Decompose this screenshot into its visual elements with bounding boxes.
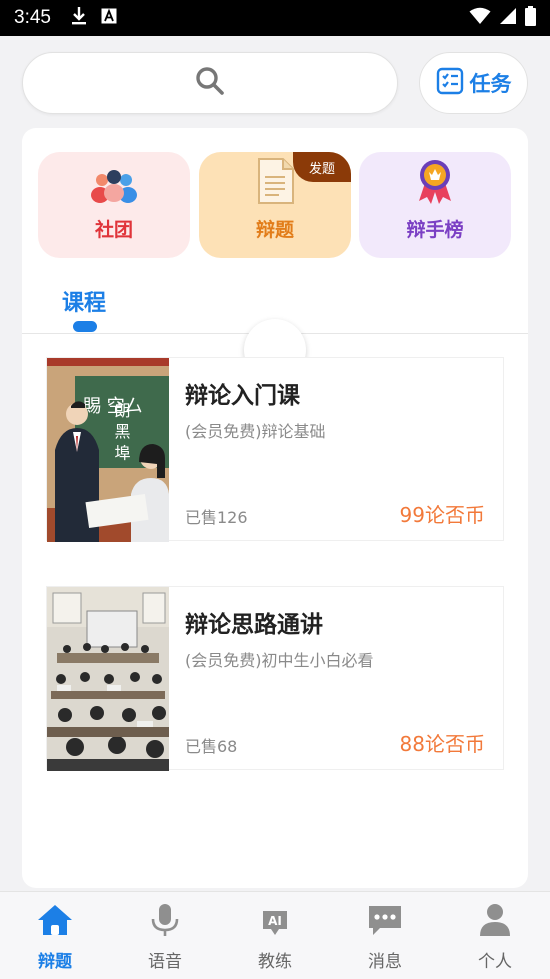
main-card: 社团 发题 辩题 辩手榜 课程 賜 空厶 朗 黑 埠 辩论入门课 (会员免费)辩… — [22, 128, 528, 888]
nav-voice[interactable]: 语音 — [110, 892, 220, 979]
nav-label: 个人 — [478, 952, 512, 972]
download-icon — [71, 6, 87, 30]
bottom-nav: 辩题 语音 AI 教练 消息 个人 — [0, 891, 550, 979]
document-icon — [255, 157, 295, 209]
post-topic-badge[interactable]: 发题 — [293, 152, 351, 182]
chat-bubble-icon — [366, 903, 404, 941]
nav-messages[interactable]: 消息 — [330, 892, 440, 979]
nav-label: 辩题 — [38, 952, 72, 972]
club-people-icon — [90, 169, 138, 209]
task-button[interactable]: 任务 — [419, 52, 528, 114]
course-description: (会员免费)辩论基础 — [185, 422, 326, 441]
course-sold-count: 已售126 — [185, 508, 248, 527]
club-tile[interactable]: 社团 — [38, 152, 190, 258]
home-icon — [36, 903, 74, 941]
battery-icon — [525, 6, 536, 30]
search-input[interactable] — [22, 52, 398, 114]
club-tile-label: 社团 — [94, 219, 133, 241]
status-bar: 3:45 — [0, 0, 550, 36]
task-button-label: 任务 — [469, 72, 512, 96]
course-title: 辩论入门课 — [185, 383, 300, 409]
nav-coach[interactable]: AI 教练 — [220, 892, 330, 979]
debater-ranking-tile[interactable]: 辩手榜 — [359, 152, 511, 258]
blackboard-text-2: 朗 黑 埠 — [112, 402, 131, 460]
nav-profile[interactable]: 个人 — [440, 892, 550, 979]
search-icon — [195, 66, 225, 100]
course-sold-count: 已售68 — [185, 737, 238, 756]
course-price: 88论否币 — [399, 732, 485, 756]
tab-active-indicator — [73, 321, 97, 332]
course-title: 辩论思路通讲 — [185, 612, 323, 638]
nav-label: 教练 — [258, 952, 292, 972]
nav-label: 消息 — [368, 952, 402, 972]
wifi-icon — [469, 7, 491, 29]
microphone-icon — [150, 903, 180, 941]
tab-course[interactable]: 课程 — [62, 285, 106, 317]
medal-icon — [415, 157, 455, 209]
task-list-icon — [436, 67, 464, 100]
course-card[interactable]: 辩论思路通讲 (会员免费)初中生小白必看 已售68 88论否币 — [46, 586, 504, 771]
debate-topic-tile[interactable]: 发题 辩题 — [199, 152, 351, 258]
nav-debate-topics[interactable]: 辩题 — [0, 892, 110, 979]
debate-topic-tile-label: 辩题 — [255, 219, 294, 241]
status-time: 3:45 — [14, 7, 51, 28]
ai-coach-icon: AI — [259, 903, 291, 941]
course-thumbnail: 賜 空厶 朗 黑 埠 — [47, 358, 169, 542]
course-thumbnail — [47, 587, 169, 771]
course-card[interactable]: 賜 空厶 朗 黑 埠 辩论入门课 (会员免费)辩论基础 已售126 99论否币 — [46, 357, 504, 542]
text-a-icon — [101, 8, 117, 28]
course-price: 99论否币 — [399, 503, 485, 527]
signal-icon — [499, 7, 517, 29]
debater-ranking-tile-label: 辩手榜 — [406, 219, 464, 241]
person-icon — [478, 903, 512, 941]
nav-label: 语音 — [148, 952, 182, 972]
course-description: (会员免费)初中生小白必看 — [185, 651, 374, 670]
svg-text:AI: AI — [268, 914, 282, 928]
